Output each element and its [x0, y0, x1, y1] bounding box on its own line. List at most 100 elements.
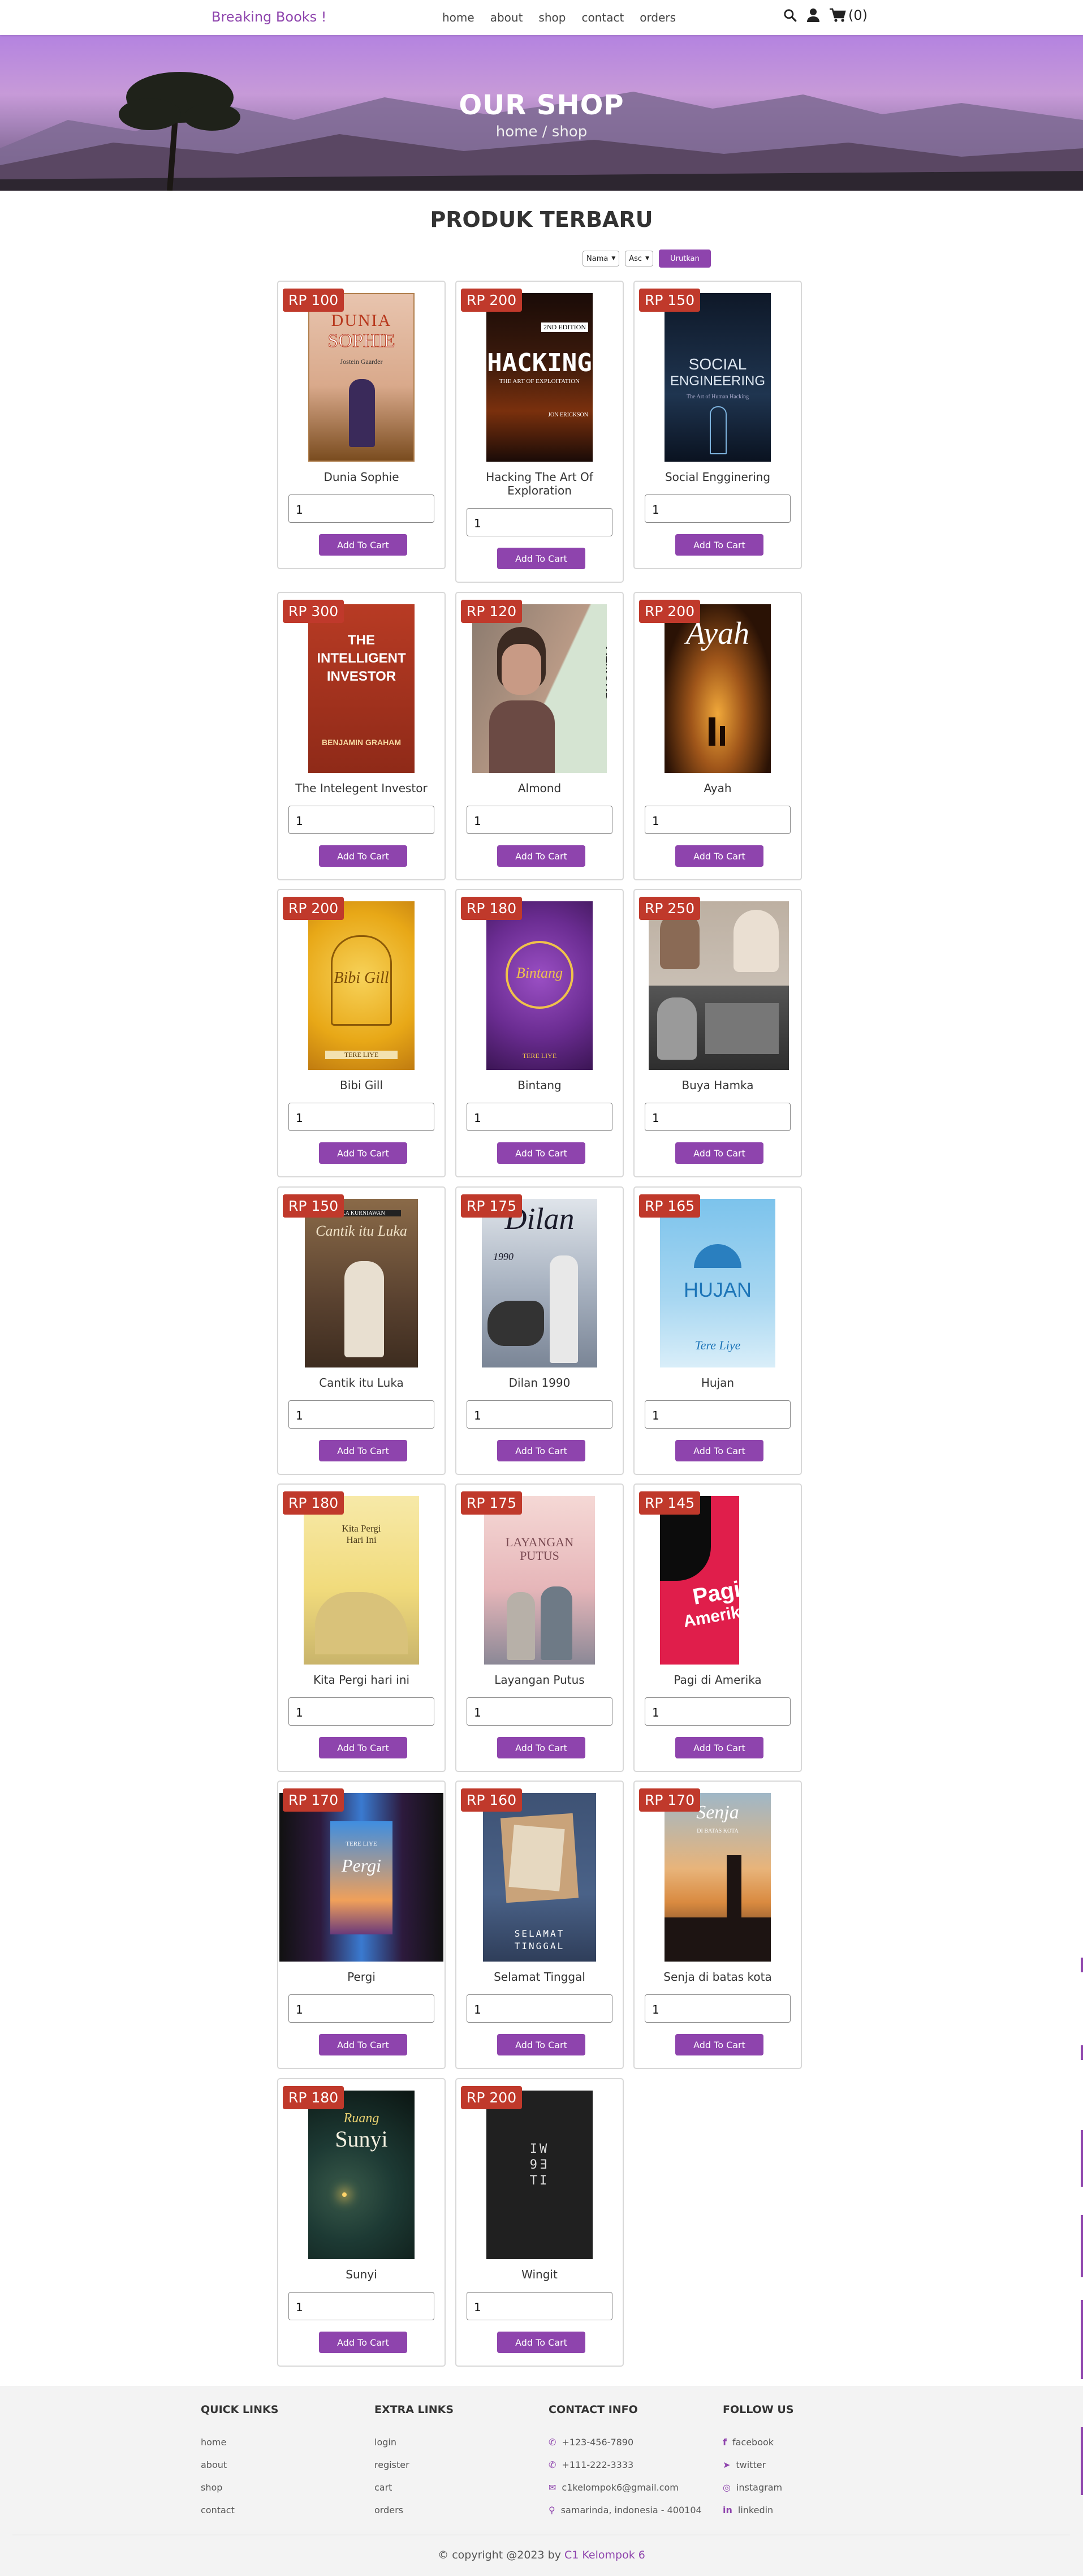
book-cover: Bintang TERE LIYE: [486, 901, 593, 1070]
add-to-cart-button[interactable]: Add To Cart: [319, 1440, 407, 1461]
nav-about[interactable]: about: [490, 11, 523, 24]
footer-heading: EXTRA LINKS: [374, 2403, 454, 2416]
price-badge: RP 200: [639, 600, 701, 623]
quantity-input[interactable]: 1: [288, 1994, 434, 2023]
quantity-input[interactable]: 1: [288, 2292, 434, 2320]
chevron-down-icon: ▼: [611, 256, 616, 261]
price-badge: RP 200: [461, 289, 523, 312]
quantity-input[interactable]: 1: [288, 494, 434, 523]
quantity-input[interactable]: 1: [467, 1994, 612, 2023]
footer-link-shop[interactable]: shop: [201, 2476, 278, 2498]
footer-link-orders[interactable]: orders: [374, 2498, 454, 2521]
price-badge: RP 250: [639, 897, 701, 920]
product-title: Ayah: [704, 781, 732, 795]
quantity-input[interactable]: 1: [467, 1697, 612, 1726]
product-card: RP 200 Ayah Ayah 1 Add To Cart: [633, 592, 802, 880]
price-badge: RP 180: [461, 897, 523, 920]
book-cover: IW 9Ǝ TI: [486, 2091, 593, 2259]
site-logo[interactable]: Breaking Books !: [212, 9, 326, 25]
price-badge: RP 180: [283, 1491, 344, 1515]
price-badge: RP 165: [639, 1194, 701, 1218]
nav-orders[interactable]: orders: [640, 11, 676, 24]
cart-button[interactable]: (0): [829, 7, 868, 23]
product-title: Wingit: [521, 2268, 558, 2281]
add-to-cart-button[interactable]: Add To Cart: [497, 1737, 585, 1758]
add-to-cart-button[interactable]: Add To Cart: [497, 845, 585, 867]
quantity-input[interactable]: 1: [645, 1994, 791, 2023]
sort-field-select[interactable]: Nama ▼: [583, 251, 620, 266]
scroll-marker: [1081, 2300, 1083, 2379]
contact-phone-1[interactable]: ✆ +123-456-7890: [549, 2431, 702, 2453]
quantity-input[interactable]: 1: [467, 1103, 612, 1131]
quantity-input[interactable]: 1: [467, 806, 612, 834]
add-to-cart-button[interactable]: Add To Cart: [497, 2034, 585, 2055]
quantity-input[interactable]: 1: [288, 806, 434, 834]
social-instagram[interactable]: ◎ instagram: [723, 2476, 794, 2498]
add-to-cart-button[interactable]: Add To Cart: [497, 2332, 585, 2353]
quantity-input[interactable]: 1: [467, 2292, 612, 2320]
user-icon[interactable]: [806, 8, 820, 23]
footer-heading: QUICK LINKS: [201, 2403, 279, 2416]
price-badge: RP 175: [461, 1194, 523, 1218]
product-card: RP 145 Pagi Amerika Pagi di Amerika 1 Ad…: [633, 1483, 802, 1772]
add-to-cart-button[interactable]: Add To Cart: [497, 1142, 585, 1164]
quantity-input[interactable]: 1: [645, 806, 791, 834]
book-cover: DUNIA SOPHIE Jostein Gaarder: [308, 293, 415, 462]
breadcrumb: home / shop: [495, 123, 588, 140]
product-title: Dilan 1990: [508, 1376, 571, 1390]
quantity-input[interactable]: 1: [288, 1103, 434, 1131]
add-to-cart-button[interactable]: Add To Cart: [319, 1142, 407, 1164]
copyright-owner-link[interactable]: C1 Kelompok 6: [564, 2549, 645, 2561]
quantity-input[interactable]: 1: [467, 508, 612, 536]
nav-home[interactable]: home: [442, 11, 474, 24]
price-badge: RP 300: [283, 600, 344, 623]
add-to-cart-button[interactable]: Add To Cart: [675, 1440, 763, 1461]
footer-link-register[interactable]: register: [374, 2453, 454, 2476]
add-to-cart-button[interactable]: Add To Cart: [675, 1737, 763, 1758]
add-to-cart-button[interactable]: Add To Cart: [497, 548, 585, 569]
quantity-input[interactable]: 1: [288, 1400, 434, 1429]
scroll-marker: [1081, 1958, 1083, 1972]
add-to-cart-button[interactable]: Add To Cart: [675, 845, 763, 867]
product-title: Kita Pergi hari ini: [313, 1673, 410, 1687]
add-to-cart-button[interactable]: Add To Cart: [319, 845, 407, 867]
add-to-cart-button[interactable]: Add To Cart: [319, 2034, 407, 2055]
add-to-cart-button[interactable]: Add To Cart: [497, 1440, 585, 1461]
quantity-input[interactable]: 1: [645, 1697, 791, 1726]
quantity-input[interactable]: 1: [288, 1697, 434, 1726]
footer-link-about[interactable]: about: [201, 2453, 278, 2476]
product-card: RP 250 Buya Hamka 1 Add To Cart: [633, 889, 802, 1177]
product-card: RP 200 2ND EDITION HACKING THE ART OF EX…: [455, 281, 624, 583]
add-to-cart-button[interactable]: Add To Cart: [319, 2332, 407, 2353]
footer-link-cart[interactable]: cart: [374, 2476, 454, 2498]
search-icon[interactable]: [783, 8, 797, 23]
quantity-input[interactable]: 1: [467, 1400, 612, 1429]
social-twitter[interactable]: ➤ twitter: [723, 2453, 794, 2476]
footer-link-home[interactable]: home: [201, 2431, 278, 2453]
facebook-icon: f: [723, 2436, 727, 2448]
product-title: Senja di batas kota: [663, 1970, 772, 1984]
sort-order-select[interactable]: Asc ▼: [625, 251, 653, 266]
social-facebook[interactable]: f facebook: [723, 2431, 794, 2453]
add-to-cart-button[interactable]: Add To Cart: [675, 534, 763, 556]
footer-link-contact[interactable]: contact: [201, 2498, 278, 2521]
add-to-cart-button[interactable]: Add To Cart: [319, 534, 407, 556]
contact-email[interactable]: ✉ c1kelompok6@gmail.com: [549, 2476, 702, 2498]
add-to-cart-button[interactable]: Add To Cart: [319, 1737, 407, 1758]
quantity-input[interactable]: 1: [645, 494, 791, 523]
product-title: Dunia Sophie: [323, 470, 399, 484]
quantity-input[interactable]: 1: [645, 1400, 791, 1429]
product-title: Bintang: [517, 1078, 562, 1092]
add-to-cart-button[interactable]: Add To Cart: [675, 1142, 763, 1164]
quantity-input[interactable]: 1: [645, 1103, 791, 1131]
product-card: RP 180 Kita Pergi Hari Ini Kita Pergi har…: [277, 1483, 446, 1772]
social-linkedin[interactable]: in linkedin: [723, 2498, 794, 2521]
product-title: Cantik itu Luka: [319, 1376, 404, 1390]
nav-shop[interactable]: shop: [538, 11, 566, 24]
contact-phone-2[interactable]: ✆ +111-222-3333: [549, 2453, 702, 2476]
book-cover: Kita Pergi Hari Ini: [304, 1496, 419, 1665]
nav-contact[interactable]: contact: [581, 11, 624, 24]
sort-button[interactable]: Urutkan: [659, 250, 711, 268]
footer-link-login[interactable]: login: [374, 2431, 454, 2453]
add-to-cart-button[interactable]: Add To Cart: [675, 2034, 763, 2055]
